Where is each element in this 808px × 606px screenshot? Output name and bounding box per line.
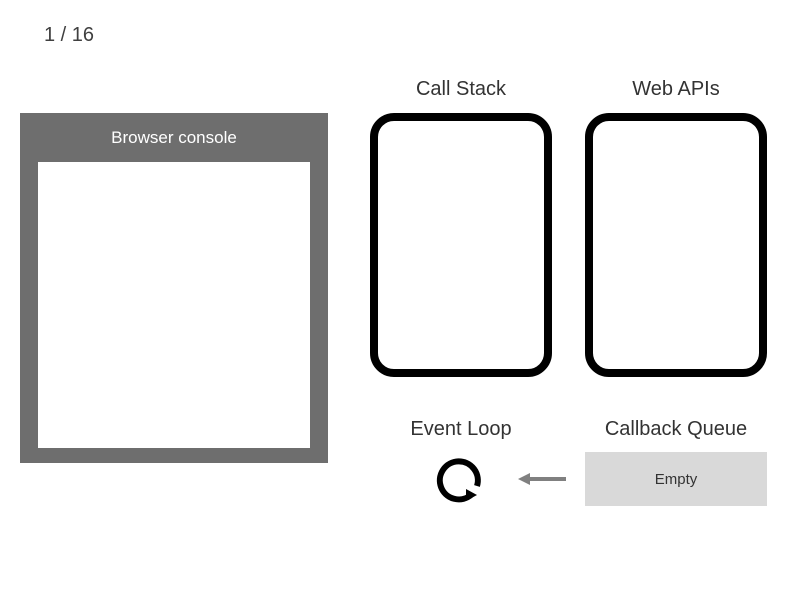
callback-queue-box: Empty <box>585 452 767 506</box>
loop-arrow-icon <box>436 454 486 504</box>
call-stack-title: Call Stack <box>370 78 552 101</box>
web-apis-box <box>585 113 767 377</box>
step-counter: 1 / 16 <box>44 24 94 47</box>
diagram-canvas: 1 / 16 Browser console Call Stack Web AP… <box>0 0 808 606</box>
callback-queue-title: Callback Queue <box>585 418 767 441</box>
browser-console-title: Browser console <box>20 113 328 162</box>
browser-console-output <box>38 162 310 448</box>
callback-queue-content: Empty <box>655 471 698 488</box>
call-stack-box <box>370 113 552 377</box>
browser-console-panel: Browser console <box>20 113 328 463</box>
web-apis-title: Web APIs <box>585 78 767 101</box>
arrow-left-icon <box>516 470 568 488</box>
event-loop-title: Event Loop <box>370 418 552 441</box>
